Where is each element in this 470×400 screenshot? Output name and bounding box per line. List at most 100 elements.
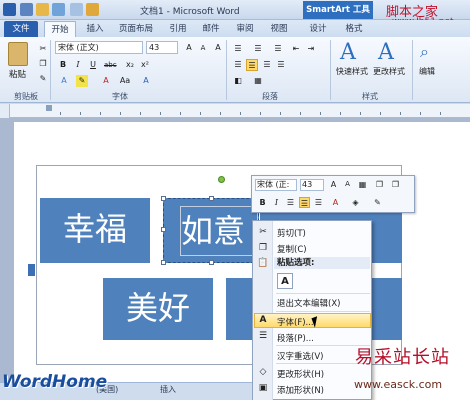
font-color-icon[interactable]: A xyxy=(100,75,112,87)
tab-format[interactable]: 格式 xyxy=(340,21,368,37)
mini-grow-font-icon[interactable]: A xyxy=(328,179,339,190)
align-right-icon[interactable]: ☰ xyxy=(261,59,273,71)
smartart-shape-6[interactable] xyxy=(368,278,402,340)
mini-italic-button[interactable]: I xyxy=(271,197,282,208)
resize-handle[interactable] xyxy=(161,260,166,265)
mini-shape-outline-icon[interactable]: ✎ xyxy=(372,197,383,208)
cut-icon[interactable]: ✂ xyxy=(37,43,49,55)
font-name-combo[interactable]: 宋体 (正文) xyxy=(55,41,143,54)
smartart-shape-4[interactable]: 美好 xyxy=(103,278,213,340)
char-shading-icon[interactable]: A xyxy=(140,75,152,87)
decrease-indent-icon[interactable]: ⇤ xyxy=(290,43,302,55)
watermark-bottom-right-url: www.easck.com xyxy=(354,378,443,391)
ruler-tick xyxy=(200,112,201,115)
justify-icon[interactable]: ☰ xyxy=(275,59,287,71)
status-insert-mode[interactable]: 插入 xyxy=(160,384,176,395)
paste-icon[interactable] xyxy=(8,42,28,66)
menu-separator xyxy=(276,293,370,294)
text-effects-icon[interactable]: A xyxy=(58,75,70,87)
mini-font-color-icon[interactable]: A xyxy=(330,197,341,208)
resize-handle[interactable] xyxy=(161,196,166,201)
menu-item-hanzi-reconvert[interactable]: 汉字重选(V) xyxy=(277,350,323,362)
text-pane-toggle[interactable] xyxy=(28,264,35,276)
open-icon[interactable] xyxy=(86,3,99,16)
highlight-color-icon[interactable]: ✎ xyxy=(76,75,88,87)
mini-align-left-icon[interactable]: ☰ xyxy=(285,197,296,208)
mini-bold-button[interactable]: B xyxy=(257,197,268,208)
mini-shape-fill-icon[interactable]: ◈ xyxy=(350,197,361,208)
menu-item-exit-text-edit[interactable]: 退出文本编辑(X) xyxy=(277,297,340,309)
ruler-tick xyxy=(240,112,241,115)
undo-icon[interactable] xyxy=(36,3,49,16)
change-styles-label[interactable]: 更改样式 xyxy=(373,66,405,77)
grow-font-icon[interactable]: A xyxy=(183,42,195,54)
editing-button-label[interactable]: 编辑 xyxy=(419,66,435,77)
shading-icon[interactable]: ◧ xyxy=(232,75,244,87)
watermark-bottom-right-title: 易采站长站 xyxy=(355,347,450,368)
new-doc-icon[interactable] xyxy=(70,3,83,16)
multilevel-list-icon[interactable]: ☰ xyxy=(272,43,284,55)
mini-align-center-icon[interactable]: ☰ xyxy=(299,197,310,208)
menu-item-change-shape[interactable]: 更改形状(H) xyxy=(277,368,324,380)
ruler-tick xyxy=(160,112,161,115)
rotation-handle[interactable] xyxy=(218,176,225,183)
mini-font-name-combo[interactable]: 宋体 (正: xyxy=(255,179,297,191)
align-left-icon[interactable]: ☰ xyxy=(232,59,244,71)
tab-mailings[interactable]: 邮件 xyxy=(198,21,224,37)
tab-review[interactable]: 审阅 xyxy=(232,21,258,37)
mini-align-right-icon[interactable]: ☰ xyxy=(313,197,324,208)
tab-view[interactable]: 视图 xyxy=(266,21,292,37)
paste-button-label[interactable]: 粘贴 xyxy=(9,68,26,80)
horizontal-ruler[interactable] xyxy=(10,104,470,118)
shrink-font-icon[interactable]: A xyxy=(197,42,209,54)
tab-page-layout[interactable]: 页面布局 xyxy=(112,21,160,37)
menu-item-copy[interactable]: 复制(C) xyxy=(277,243,307,255)
copy-icon[interactable]: ❐ xyxy=(37,58,49,70)
quick-styles-label[interactable]: 快速样式 xyxy=(336,66,368,77)
tab-references[interactable]: 引用 xyxy=(165,21,191,37)
menu-item-cut[interactable]: 剪切(T) xyxy=(277,227,306,239)
align-center-icon[interactable]: ☰ xyxy=(246,59,258,71)
smartart-tools-tab[interactable]: SmartArt 工具 xyxy=(303,1,373,19)
strikethrough-button[interactable]: abc xyxy=(104,59,117,71)
format-painter-icon[interactable]: ✎ xyxy=(37,73,49,85)
smartart-shape-2-text[interactable]: 如意 xyxy=(180,206,258,256)
resize-handle[interactable] xyxy=(209,260,214,265)
mini-paste-format-icon[interactable]: ❐ xyxy=(390,179,401,190)
mini-font-size-combo[interactable]: 43 xyxy=(300,179,324,191)
ruler-tick xyxy=(420,112,421,115)
subscript-button[interactable]: x₂ xyxy=(124,59,136,71)
menu-item-add-shape[interactable]: 添加形状(N) xyxy=(277,384,324,396)
find-icon[interactable]: ⌕ xyxy=(420,42,438,62)
underline-button[interactable]: U xyxy=(87,59,99,71)
mini-shrink-font-icon[interactable]: A xyxy=(342,179,353,190)
change-styles-icon[interactable]: A xyxy=(378,40,394,65)
bold-button[interactable]: B xyxy=(57,59,69,71)
mini-copy-format-icon[interactable]: ❐ xyxy=(374,179,385,190)
tab-home[interactable]: 开始 xyxy=(44,21,76,37)
paste-keep-text-only[interactable]: A xyxy=(277,273,293,289)
ruler-corner[interactable] xyxy=(0,104,10,118)
numbering-icon[interactable]: ☰ xyxy=(252,43,264,55)
mini-format-icon[interactable]: ▦ xyxy=(357,179,368,190)
tab-insert[interactable]: 插入 xyxy=(82,21,108,37)
superscript-button[interactable]: x² xyxy=(139,59,151,71)
save-icon[interactable] xyxy=(20,3,33,16)
smartart-shape-1[interactable]: 幸福 xyxy=(40,198,150,263)
italic-button[interactable]: I xyxy=(72,59,84,71)
increase-indent-icon[interactable]: ⇥ xyxy=(305,43,317,55)
indent-marker-icon[interactable] xyxy=(46,105,52,111)
menu-item-paragraph[interactable]: 段落(P)... xyxy=(277,332,314,344)
font-size-combo[interactable]: 43 xyxy=(146,41,178,54)
redo-icon[interactable] xyxy=(52,3,65,16)
resize-handle[interactable] xyxy=(209,196,214,201)
change-case-icon[interactable]: Aa xyxy=(119,75,131,87)
resize-handle[interactable] xyxy=(161,227,166,232)
clear-format-icon[interactable]: A xyxy=(212,42,224,54)
bullets-icon[interactable]: ☰ xyxy=(232,43,244,55)
menu-item-font[interactable]: 字体(F)... xyxy=(277,316,314,328)
tab-design[interactable]: 设计 xyxy=(304,21,332,37)
tab-file[interactable]: 文件 xyxy=(4,21,38,37)
quick-styles-icon[interactable]: A xyxy=(340,40,356,65)
borders-icon[interactable]: ▦ xyxy=(252,75,264,87)
